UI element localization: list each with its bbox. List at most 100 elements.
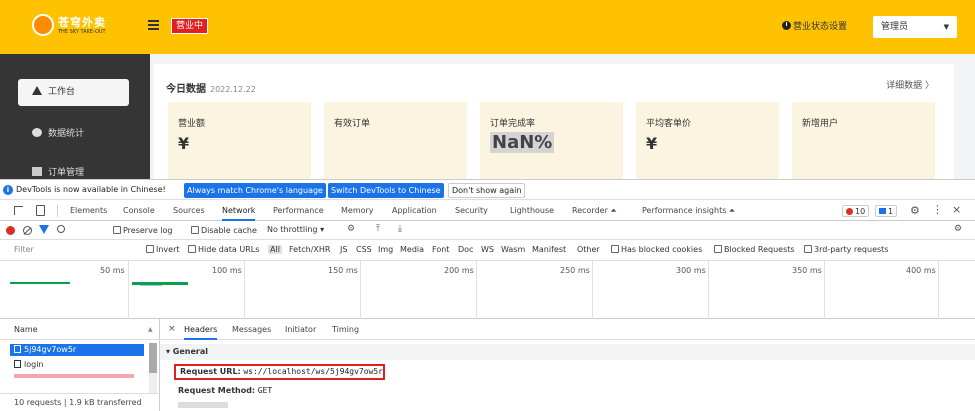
details-link[interactable]: 详细数据 〉 [886, 78, 934, 91]
disable-cache-checkbox[interactable]: Disable cache [191, 225, 257, 237]
menu-toggle-icon[interactable] [148, 20, 159, 31]
gridline [476, 261, 477, 319]
filter-type-wasm[interactable]: Wasm [501, 245, 525, 254]
message-count-badge[interactable]: 1 [875, 205, 898, 217]
sidebar-item-statistics[interactable]: 数据统计 [18, 121, 129, 148]
third-party-checkbox[interactable]: 3rd-party requests [804, 245, 888, 254]
tab-network[interactable]: Network [222, 201, 256, 221]
request-url-row: Request URL: ws://localhost/ws/5j94gv7ow… [174, 364, 385, 380]
gridline [824, 261, 825, 319]
filter-type-other[interactable]: Other [577, 245, 600, 254]
admin-label: 管理员 [881, 22, 909, 32]
tab-memory[interactable]: Memory [341, 201, 374, 221]
shop-status-button[interactable]: 营业状态设置 [782, 20, 847, 34]
filter-icon[interactable] [39, 225, 49, 234]
gear-icon[interactable]: ⚙ [910, 204, 920, 217]
filter-input[interactable]: Filter [14, 245, 34, 254]
today-date: 2022.12.22 [210, 85, 256, 94]
import-har-icon[interactable]: ⤒ [376, 224, 380, 234]
tab-performance[interactable]: Performance [273, 201, 324, 221]
hide-data-urls-checkbox[interactable]: Hide data URLs [188, 245, 259, 254]
stat-card-new-users: 新增用户 [792, 102, 935, 179]
filter-type-fetch[interactable]: Fetch/XHR [289, 245, 330, 254]
close-icon[interactable]: × [952, 203, 961, 216]
filter-type-img[interactable]: Img [378, 245, 393, 254]
filter-type-css[interactable]: CSS [356, 245, 372, 254]
filter-type-all[interactable]: All [268, 245, 282, 254]
caret-down-icon: ▾ [320, 225, 325, 234]
more-vertical-icon[interactable]: ⋮ [932, 203, 943, 216]
network-conditions-icon[interactable]: ⚙ [347, 224, 355, 234]
blocked-requests-checkbox[interactable]: Blocked Requests [714, 245, 795, 254]
tab-timing[interactable]: Timing [332, 319, 359, 340]
name-column-header[interactable]: Name ▲ [0, 319, 160, 340]
filter-type-media[interactable]: Media [400, 245, 424, 254]
invert-label: Invert [156, 245, 180, 254]
tab-elements[interactable]: Elements [70, 201, 107, 221]
error-count-badge[interactable]: 10 [842, 205, 870, 217]
checkbox-icon [611, 245, 619, 253]
inspect-element-icon[interactable] [14, 206, 23, 215]
logo-badge-icon [32, 14, 54, 36]
filter-type-ws[interactable]: WS [481, 245, 494, 254]
tab-console[interactable]: Console [123, 201, 155, 221]
clear-icon[interactable] [23, 226, 32, 235]
list-item-partial[interactable] [14, 374, 134, 378]
gridline [938, 261, 939, 319]
blocked-cookies-checkbox[interactable]: Has blocked cookies [611, 245, 702, 254]
tab-security[interactable]: Security [455, 201, 488, 221]
network-overview-timeline[interactable]: 50 ms 100 ms 150 ms 200 ms 250 ms 300 ms… [0, 261, 975, 319]
filter-type-doc[interactable]: Doc [458, 245, 473, 254]
timeline-bar [140, 285, 162, 286]
network-settings-icon[interactable]: ⚙ [954, 224, 962, 234]
tab-headers[interactable]: Headers [184, 319, 218, 340]
error-count: 10 [855, 207, 866, 216]
device-toolbar-icon[interactable] [36, 205, 45, 216]
stat-card-revenue: 营业额 ¥ [168, 102, 311, 179]
filter-type-manifest[interactable]: Manifest [532, 245, 566, 254]
blocked-requests-label: Blocked Requests [724, 245, 795, 254]
tab-application[interactable]: Application [392, 201, 437, 221]
sidebar-item-label: 订单管理 [48, 168, 85, 178]
tab-sources[interactable]: Sources [173, 201, 205, 221]
switch-language-button[interactable]: Switch DevTools to Chinese [328, 183, 444, 198]
main-content: 今日数据 2022.12.22 详细数据 〉 营业额 ¥ 有效订单 订单完成率 N… [150, 54, 975, 179]
close-icon[interactable]: × [168, 324, 176, 334]
general-section-header[interactable]: ▾ General [160, 344, 975, 360]
filter-type-font[interactable]: Font [432, 245, 449, 254]
record-icon[interactable] [6, 226, 15, 235]
logo-title: 苍穹外卖 [58, 16, 106, 29]
logo[interactable]: 苍穹外卖 THE SKY TAKE-OUT [32, 14, 120, 40]
list-item[interactable]: login [10, 359, 144, 371]
filter-type-js[interactable]: JS [340, 245, 347, 254]
tab-recorder[interactable]: Recorder ⏶ [572, 201, 617, 221]
export-har-icon[interactable]: ⤓ [398, 224, 402, 234]
tab-performance-insights[interactable]: Performance insights ⏶ [642, 201, 735, 221]
tick-label: 150 ms [328, 266, 358, 275]
tab-lighthouse[interactable]: Lighthouse [510, 201, 554, 221]
search-icon[interactable] [57, 225, 65, 233]
dont-show-again-button[interactable]: Don't show again [448, 183, 526, 198]
tick-label: 400 ms [906, 266, 936, 275]
detail-tabbar: × Headers Messages Initiator Timing [160, 319, 975, 340]
checkbox-icon [113, 226, 121, 234]
throttling-select[interactable]: No throttling ▾ [267, 225, 324, 234]
preserve-log-checkbox[interactable]: Preserve log [113, 225, 173, 237]
app-header: 苍穹外卖 THE SKY TAKE-OUT 营业中 营业状态设置 管理员 ▼ [0, 0, 975, 54]
tab-messages[interactable]: Messages [232, 319, 271, 340]
admin-dropdown[interactable]: 管理员 ▼ [873, 16, 957, 38]
devtools-tabbar: Elements Console Sources Network Perform… [0, 201, 975, 221]
list-item[interactable]: 5j94gv7ow5r [10, 344, 144, 356]
header-row-partial [178, 402, 228, 408]
message-count: 1 [888, 207, 894, 216]
today-title-text: 今日数据 [166, 84, 206, 95]
scrollbar[interactable] [149, 343, 157, 393]
scrollbar-thumb[interactable] [149, 343, 157, 373]
stat-card-valid-orders: 有效订单 [324, 102, 467, 179]
logo-subtitle: THE SKY TAKE-OUT [58, 29, 106, 35]
invert-checkbox[interactable]: Invert [146, 245, 180, 254]
match-language-button[interactable]: Always match Chrome's language [184, 183, 326, 198]
sidebar-item-orders[interactable]: 订单管理 [18, 160, 129, 179]
sidebar-item-workbench[interactable]: 工作台 [18, 79, 129, 106]
tab-initiator[interactable]: Initiator [285, 319, 316, 340]
